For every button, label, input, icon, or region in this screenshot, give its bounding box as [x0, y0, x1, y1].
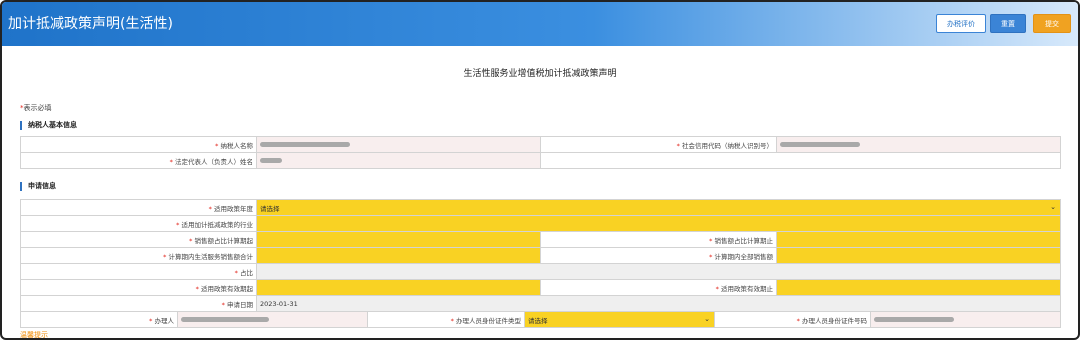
apply-date-value: 2023-01-31 [255, 295, 1062, 312]
agent-id-type-label: * 办理人员身份证件类型 [367, 311, 525, 328]
credit-code-label: * 社会信用代码（纳税人识别号） [540, 136, 777, 153]
agent-id-type-select[interactable]: 请选择 ⌄ [524, 311, 715, 328]
page-title: 加计抵减政策声明(生活性) [8, 16, 173, 32]
apply-date-label: * 申请日期 [20, 295, 257, 312]
ratio-value [255, 263, 1062, 280]
document-title: 生活性服务业增值税加计抵减政策声明 [463, 69, 617, 79]
empty-cell [540, 152, 1061, 169]
life-sales-label: * 计算期内生活服务销售额合计 [20, 247, 257, 264]
industry-input[interactable] [255, 215, 1062, 232]
sales-end-input[interactable] [775, 231, 1062, 248]
required-note-text: 表示必填 [23, 104, 52, 112]
tips-link[interactable]: 温馨提示 [20, 330, 48, 338]
header-bar: 加计抵减政策声明(生活性) 办税评价 重置 提交 [2, 2, 1078, 46]
agent-id-no-label: * 办理人员身份证件号码 [714, 311, 871, 328]
ratio-label: * 占比 [20, 263, 257, 280]
basic-info-table: * 纳税人名称 * 社会信用代码（纳税人识别号） * 法定代表人（负责人）姓名 [20, 136, 1061, 169]
life-sales-input[interactable] [256, 247, 541, 264]
total-sales-label: * 计算期内全部销售额 [540, 247, 777, 264]
valid-start-label: * 适用政策有效期起 [20, 279, 257, 296]
policy-year-select[interactable]: 请选择 ⌄ [255, 199, 1062, 216]
agent-label: * 办理人 [20, 311, 178, 328]
chevron-down-icon: ⌄ [1050, 203, 1057, 211]
total-sales-input[interactable] [775, 247, 1062, 264]
section-apply-info: 申请信息 [20, 182, 56, 191]
taxpayer-name-value [256, 136, 541, 153]
valid-end-input[interactable] [775, 279, 1062, 296]
valid-start-input[interactable] [256, 279, 541, 296]
taxpayer-name-label: * 纳税人名称 [20, 136, 257, 153]
agent-id-no-value [870, 311, 1061, 328]
sales-start-label: * 销售额占比计算期起 [20, 231, 257, 248]
evaluate-button[interactable]: 办税评价 [936, 14, 986, 33]
agent-value [177, 311, 368, 328]
credit-code-value [776, 136, 1061, 153]
submit-button[interactable]: 提交 [1033, 14, 1071, 33]
reset-button[interactable]: 重置 [990, 14, 1026, 33]
legal-rep-label: * 法定代表人（负责人）姓名 [20, 152, 257, 169]
valid-end-label: * 适用政策有效期止 [540, 279, 777, 296]
sales-end-label: * 销售额占比计算期止 [540, 231, 777, 248]
app-window: 加计抵减政策声明(生活性) 办税评价 重置 提交 生活性服务业增值税加计抵减政策… [0, 0, 1080, 340]
sales-start-input[interactable] [256, 231, 541, 248]
apply-info-table: * 适用政策年度 请选择 ⌄ * 适用加计抵减政策的行业 * 销售额占比计算期起 … [20, 199, 1062, 312]
legal-rep-value [256, 152, 541, 169]
required-note: *表示必填 [20, 103, 52, 113]
policy-year-label: * 适用政策年度 [20, 199, 257, 216]
agent-table: * 办理人 * 办理人员身份证件类型 请选择 ⌄ * 办理人员身份证件号码 [20, 311, 1061, 328]
industry-label: * 适用加计抵减政策的行业 [20, 215, 257, 232]
chevron-down-icon: ⌄ [704, 315, 710, 323]
section-basic-info: 纳税人基本信息 [20, 121, 77, 130]
